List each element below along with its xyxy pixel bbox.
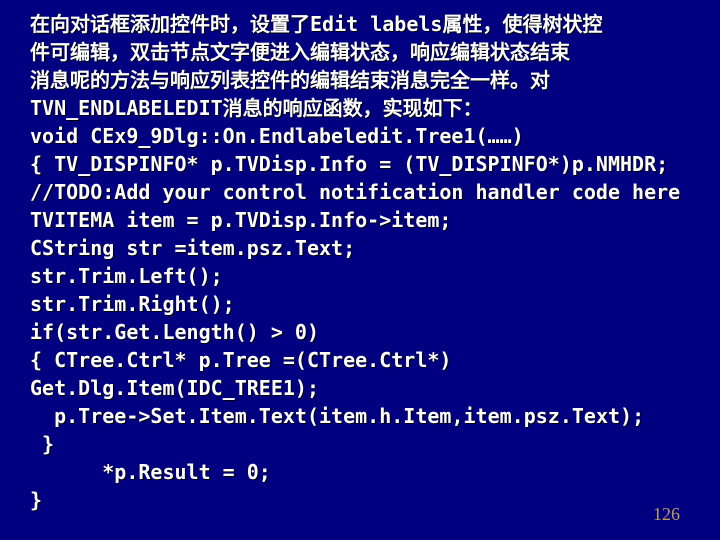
line: CString str =item.psz.Text;	[30, 236, 355, 260]
line: str.Trim.Left();	[30, 264, 223, 288]
page-number: 126	[653, 504, 680, 525]
slide-body: 在向对话框添加控件时，设置了Edit labels属性，使得树状控 件可编辑，双…	[0, 0, 720, 524]
line: *p.Result = 0;	[30, 460, 271, 484]
line: p.Tree->Set.Item.Text(item.h.Item,item.p…	[30, 404, 644, 428]
line: 件可编辑，双击节点文字便进入编辑状态，响应编辑状态结束	[30, 40, 570, 64]
line: //TODO:Add your control notification han…	[30, 180, 680, 204]
line: 消息呢的方法与响应列表控件的编辑结束消息完全一样。对	[30, 68, 550, 92]
line: void CEx9_9Dlg::On.Endlabeledit.Tree1(………	[30, 124, 524, 148]
line: TVN_ENDLABELEDIT消息的响应函数，实现如下：	[30, 96, 483, 120]
line: { CTree.Ctrl* p.Tree =(CTree.Ctrl*) Get.…	[30, 348, 463, 400]
line: }	[30, 432, 54, 456]
line: 在向对话框添加控件时，设置了Edit labels属性，使得树状控	[30, 12, 602, 36]
line: }	[30, 488, 42, 512]
line: if(str.Get.Length() > 0)	[30, 320, 319, 344]
line: { TV_DISPINFO* p.TVDisp.Info = (TV_DISPI…	[30, 152, 668, 176]
line: str.Trim.Right();	[30, 292, 235, 316]
line: TVITEMA item = p.TVDisp.Info->item;	[30, 208, 451, 232]
